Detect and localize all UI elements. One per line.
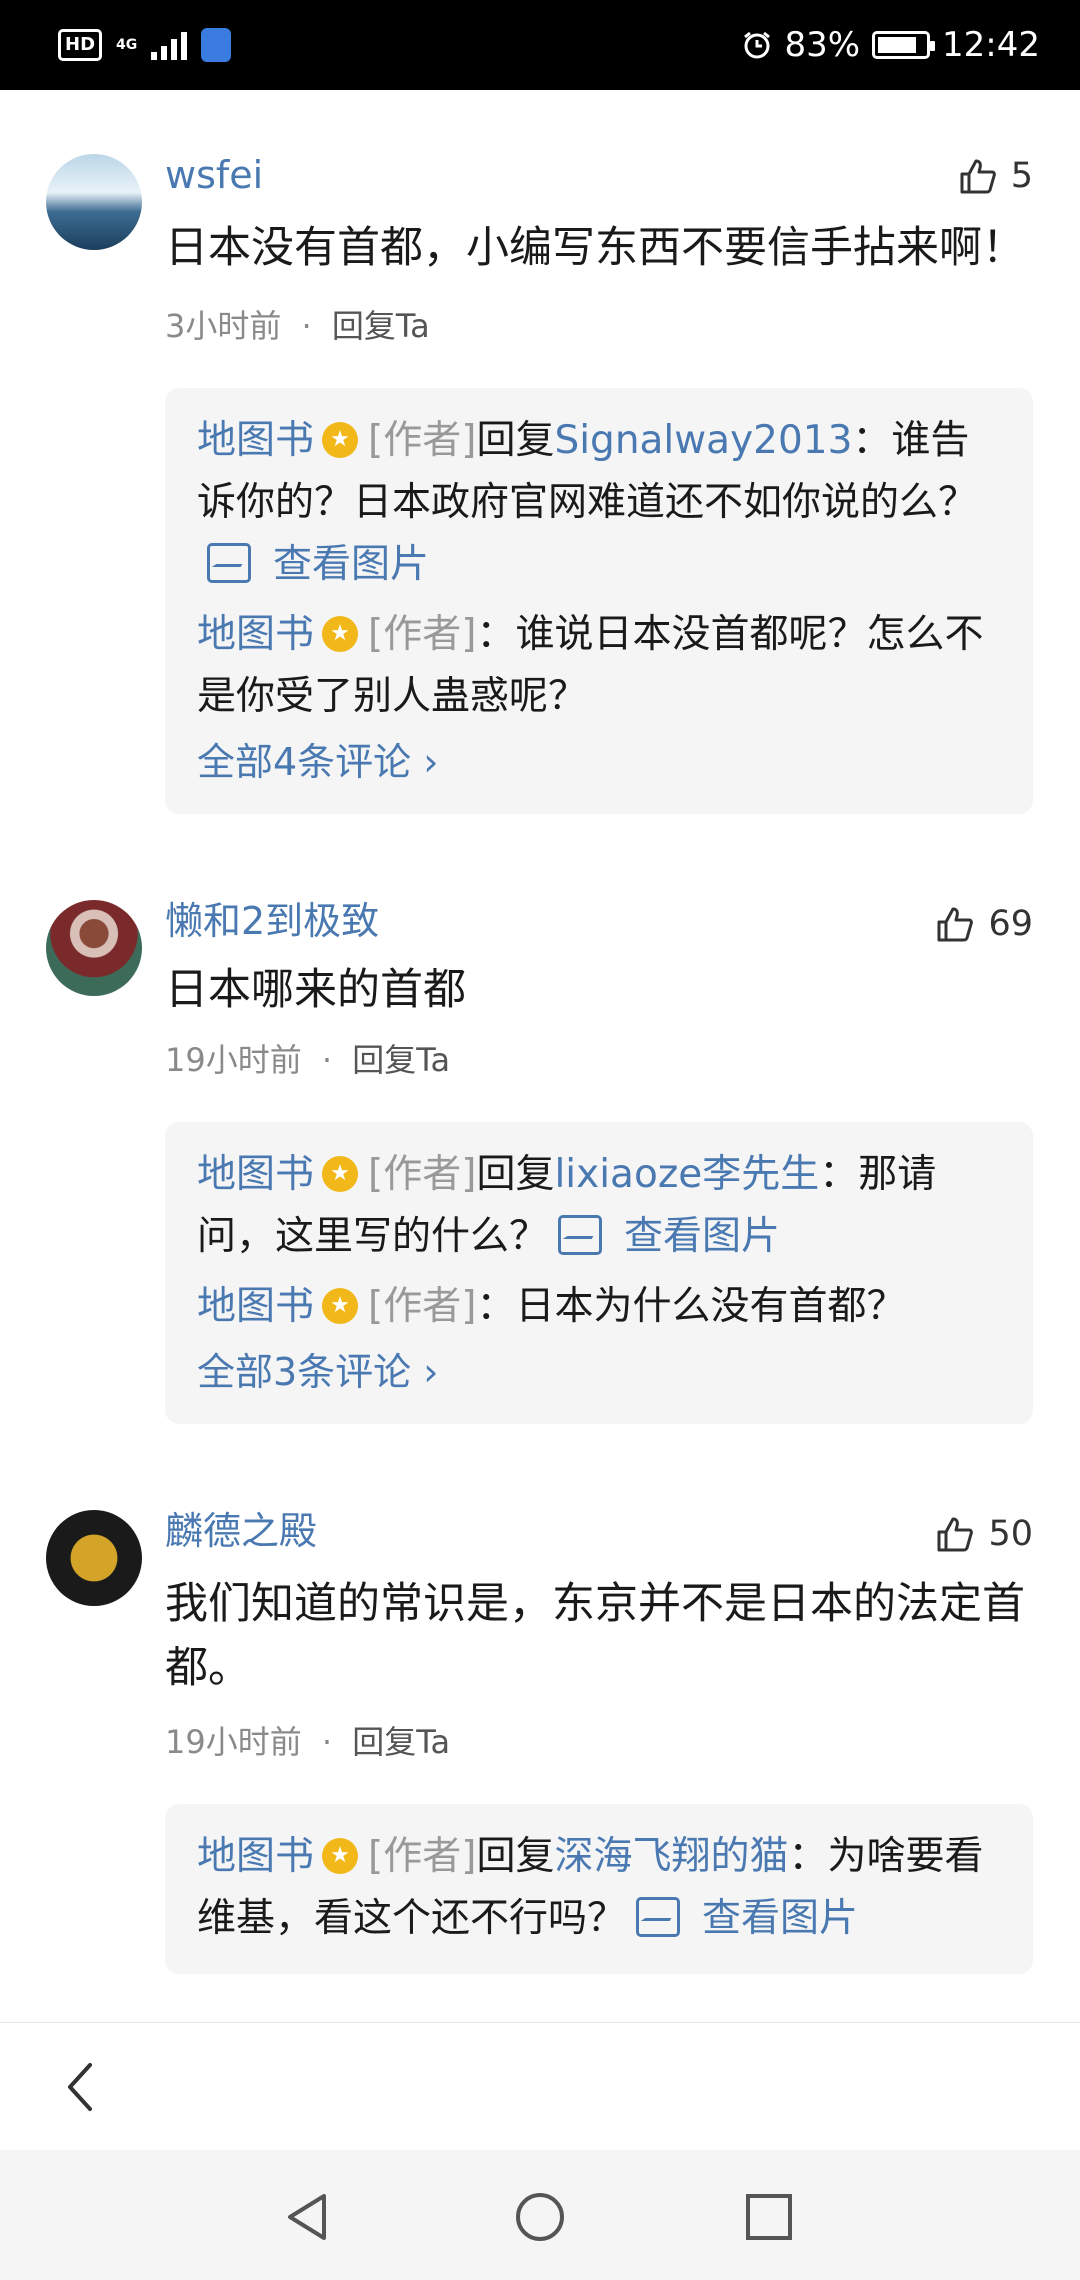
comment-text: 日本没有首都，小编写东西不要信手拈来啊！ bbox=[165, 223, 1025, 273]
reply-button[interactable]: 回复Ta bbox=[352, 1723, 450, 1761]
battery-percent: 83% bbox=[784, 25, 861, 65]
reply-button[interactable]: 回复Ta bbox=[332, 307, 430, 345]
signal-icon bbox=[151, 30, 188, 60]
status-bar: HD 4G 83% 12:42 bbox=[0, 0, 1080, 90]
nav-recents-icon[interactable] bbox=[742, 2190, 796, 2244]
comment-time: 19小时前 bbox=[165, 1723, 302, 1761]
comment-text: 日本哪来的首都 bbox=[165, 965, 466, 1015]
clock: 12:42 bbox=[942, 25, 1040, 65]
avatar[interactable] bbox=[46, 900, 142, 996]
verified-badge-icon bbox=[322, 1156, 359, 1192]
reply-author[interactable]: 地图书 bbox=[197, 612, 314, 657]
reply-item: 地图书[作者]回复Signalway2013：谁告诉你的？日本政府官网难道还不如… bbox=[197, 410, 1001, 596]
reply-item: 地图书 [作者]：谁说日本没首都呢？怎么不是你受了别人蛊惑呢？ bbox=[197, 604, 1001, 728]
comment-time: 19小时前 bbox=[165, 1041, 302, 1079]
like-count: 50 bbox=[988, 1514, 1033, 1554]
verified-badge-icon bbox=[322, 1838, 359, 1874]
comment-meta: 19小时前 · 回复Ta bbox=[165, 1038, 1033, 1082]
reply-box[interactable]: 地图书[作者]回复Signalway2013：谁告诉你的？日本政府官网难道还不如… bbox=[165, 388, 1033, 814]
reply-item: 地图书[作者]回复深海飞翔的猫：为啥要看维基，看这个还不行吗？查看图片 bbox=[197, 1826, 1001, 1950]
reply-author[interactable]: 地图书 bbox=[197, 1834, 314, 1879]
nav-home-icon[interactable] bbox=[513, 2190, 567, 2244]
hd-icon: HD bbox=[58, 29, 103, 61]
reply-author[interactable]: 地图书 bbox=[197, 1152, 314, 1197]
reply-item: 地图书 [作者]：日本为什么没有首都？ bbox=[197, 1276, 1001, 1338]
comment-author[interactable]: wsfei bbox=[165, 150, 1033, 200]
comment-meta: 3小时前 · 回复Ta bbox=[165, 304, 1033, 348]
comment-meta: 19小时前 · 回复Ta bbox=[165, 1720, 1033, 1764]
comment-item: 懒和2到极致 69 日本哪来的首都 19小时前 · 回复Ta 地图书[作者]回复… bbox=[0, 814, 1080, 1424]
reply-word: 回复 bbox=[476, 418, 555, 463]
chevron-right-icon: › bbox=[411, 740, 439, 784]
like-button[interactable]: 5 bbox=[959, 156, 1033, 196]
back-arrow-icon[interactable] bbox=[60, 2059, 110, 2115]
battery-icon bbox=[872, 31, 936, 59]
status-left: HD 4G bbox=[58, 28, 232, 62]
comment-time: 3小时前 bbox=[165, 307, 282, 345]
avatar[interactable] bbox=[46, 1510, 142, 1606]
view-image-label: 查看图片 bbox=[273, 542, 430, 587]
view-image-link[interactable]: 查看图片 bbox=[197, 542, 429, 587]
author-tag: [作者] bbox=[368, 1152, 477, 1197]
like-button[interactable]: 69 bbox=[936, 904, 1033, 944]
verified-badge-icon bbox=[322, 1288, 359, 1324]
nav-back-icon[interactable] bbox=[280, 2190, 334, 2244]
view-image-label: 查看图片 bbox=[702, 1896, 859, 1941]
all-comments-label: 全部4条评论 bbox=[197, 740, 412, 784]
image-icon bbox=[207, 543, 251, 583]
author-tag: [作者] bbox=[368, 1834, 477, 1879]
bottom-bar bbox=[0, 2022, 1080, 2150]
system-nav-bar bbox=[0, 2150, 1080, 2280]
meta-separator: · bbox=[321, 1041, 333, 1079]
reply-box[interactable]: 地图书[作者]回复深海飞翔的猫：为啥要看维基，看这个还不行吗？查看图片 bbox=[165, 1804, 1033, 1974]
like-button[interactable]: 50 bbox=[936, 1514, 1033, 1554]
view-image-link[interactable]: 查看图片 bbox=[626, 1896, 858, 1941]
thumbs-up-icon bbox=[937, 907, 974, 942]
alarm-icon bbox=[744, 31, 771, 59]
comment-author[interactable]: 麟德之殿 bbox=[165, 1506, 1033, 1556]
all-comments-link[interactable]: 全部4条评论 › bbox=[197, 734, 1001, 790]
image-icon bbox=[558, 1215, 603, 1255]
thumbs-up-icon bbox=[960, 159, 996, 194]
chevron-right-icon: › bbox=[411, 1350, 439, 1394]
network-type: 4G bbox=[116, 37, 138, 53]
verified-badge-icon bbox=[322, 422, 359, 458]
author-tag: [作者] bbox=[368, 418, 477, 463]
reply-target[interactable]: Signalway2013 bbox=[554, 418, 852, 463]
meta-separator: · bbox=[301, 307, 312, 345]
all-comments-label: 全部3条评论 bbox=[197, 1350, 412, 1394]
reply-text: ：谁说日本没首都呢？怎么不是你受了别人蛊惑呢？ bbox=[197, 612, 984, 719]
avatar[interactable] bbox=[46, 154, 142, 250]
comment-author[interactable]: 懒和2到极致 bbox=[165, 896, 1033, 946]
view-image-label: 查看图片 bbox=[624, 1214, 781, 1259]
reply-author[interactable]: 地图书 bbox=[197, 418, 314, 463]
thumbs-up-icon bbox=[937, 1517, 974, 1552]
like-count: 69 bbox=[988, 904, 1033, 944]
status-right: 83% 12:42 bbox=[742, 25, 1040, 65]
reply-author[interactable]: 地图书 bbox=[197, 1284, 314, 1329]
author-tag: [作者] bbox=[368, 1284, 477, 1329]
reply-word: 回复 bbox=[476, 1834, 555, 1879]
reply-button[interactable]: 回复Ta bbox=[352, 1041, 450, 1079]
image-icon bbox=[636, 1897, 681, 1937]
view-image-link[interactable]: 查看图片 bbox=[548, 1214, 780, 1259]
reply-box[interactable]: 地图书[作者]回复lixiaoze李先生：那请问，这里写的什么？查看图片 地图书… bbox=[165, 1122, 1033, 1424]
reply-word: 回复 bbox=[476, 1152, 555, 1197]
comment-text: 我们知道的常识是，东京并不是日本的法定首都。 bbox=[165, 1579, 1025, 1693]
vpn-shield-icon bbox=[201, 28, 232, 62]
meta-separator: · bbox=[321, 1723, 333, 1761]
comment-item: wsfei 5 日本没有首都，小编写东西不要信手拈来啊！ 3小时前 · 回复Ta… bbox=[0, 90, 1080, 814]
like-count: 5 bbox=[1010, 156, 1033, 196]
reply-target[interactable]: 深海飞翔的猫 bbox=[554, 1834, 788, 1879]
verified-badge-icon bbox=[322, 616, 359, 652]
reply-item: 地图书[作者]回复lixiaoze李先生：那请问，这里写的什么？查看图片 bbox=[197, 1144, 1001, 1268]
author-tag: [作者] bbox=[368, 612, 477, 657]
reply-target[interactable]: lixiaoze李先生 bbox=[554, 1152, 819, 1197]
comment-item: 麟德之殿 50 我们知道的常识是，东京并不是日本的法定首都。 19小时前 · 回… bbox=[0, 1424, 1080, 1974]
all-comments-link[interactable]: 全部3条评论 › bbox=[197, 1344, 1001, 1400]
reply-text: ：日本为什么没有首都？ bbox=[476, 1284, 906, 1329]
comment-list[interactable]: wsfei 5 日本没有首都，小编写东西不要信手拈来啊！ 3小时前 · 回复Ta… bbox=[0, 90, 1080, 2022]
